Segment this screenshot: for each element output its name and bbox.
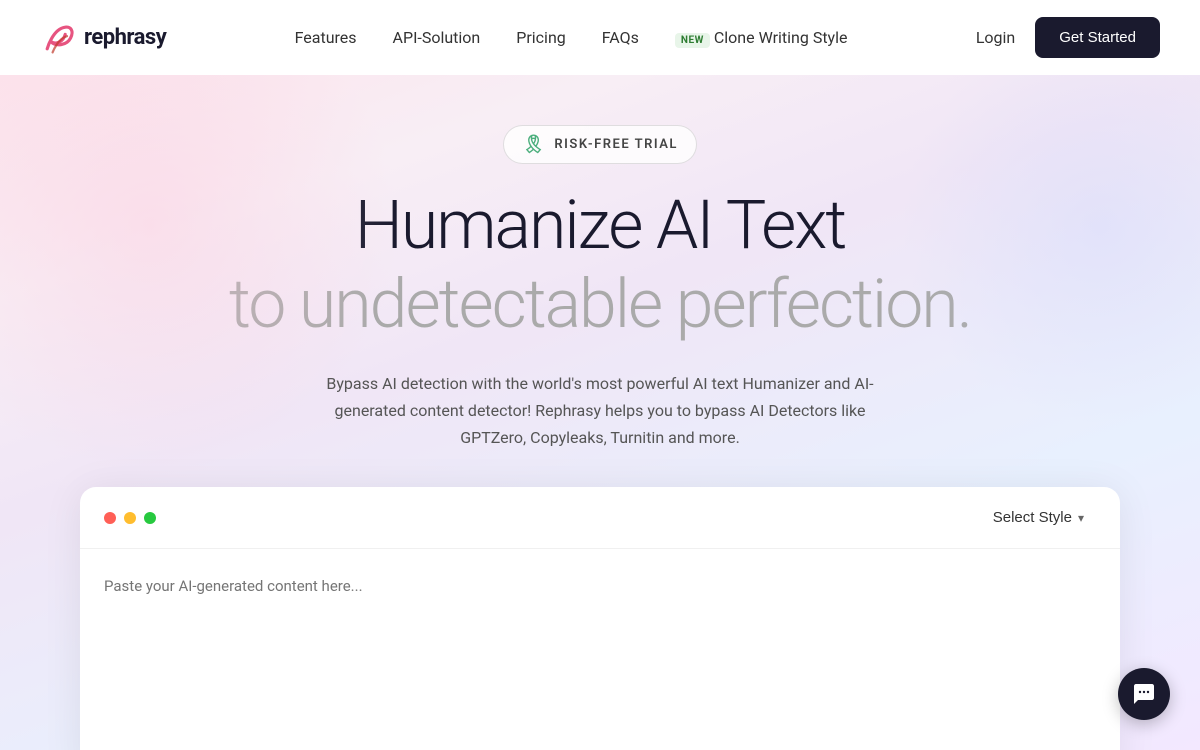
window-minimize-dot [124, 512, 136, 524]
nav-clone-writing-style[interactable]: NEWClone Writing Style [675, 28, 848, 47]
login-link[interactable]: Login [976, 28, 1015, 47]
nav-faqs[interactable]: FAQs [602, 28, 639, 47]
logo-link[interactable]: rephrasy [40, 20, 166, 56]
window-close-dot [104, 512, 116, 524]
navbar: rephrasy Features API-Solution Pricing F… [0, 0, 1200, 75]
hero-section: 🎗 RISK-FREE TRIAL Humanize AI Text to un… [0, 75, 1200, 750]
chat-button[interactable] [1118, 668, 1170, 720]
ribbon-icon: 🎗 [522, 134, 546, 155]
new-badge: NEW [675, 33, 710, 48]
logo-icon [40, 20, 76, 56]
editor-body[interactable] [80, 549, 1120, 750]
window-expand-dot [144, 512, 156, 524]
nav-features[interactable]: Features [295, 28, 357, 47]
nav-pricing[interactable]: Pricing [516, 28, 566, 47]
nav-api-solution[interactable]: API-Solution [393, 28, 481, 47]
editor-window-controls [104, 512, 156, 524]
editor-card: Select Style ▾ [80, 487, 1120, 750]
headline-sub: to undetectable perfection. [229, 267, 971, 342]
hero-description: Bypass AI detection with the world's mos… [310, 370, 890, 452]
get-started-button[interactable]: Get Started [1035, 17, 1160, 58]
nav-actions: Login Get Started [976, 17, 1160, 58]
badge-text: RISK-FREE TRIAL [554, 137, 678, 152]
risk-free-badge: 🎗 RISK-FREE TRIAL [503, 125, 697, 164]
main-headline: Humanize AI Text [355, 188, 846, 263]
editor-toolbar: Select Style ▾ [80, 487, 1120, 549]
chat-icon [1132, 682, 1156, 706]
nav-links: Features API-Solution Pricing FAQs NEWCl… [295, 28, 848, 47]
select-style-label: Select Style [993, 509, 1072, 526]
select-style-button[interactable]: Select Style ▾ [981, 503, 1096, 532]
logo-text: rephrasy [84, 25, 166, 50]
chevron-down-icon: ▾ [1078, 511, 1084, 525]
content-input[interactable] [104, 577, 1096, 750]
